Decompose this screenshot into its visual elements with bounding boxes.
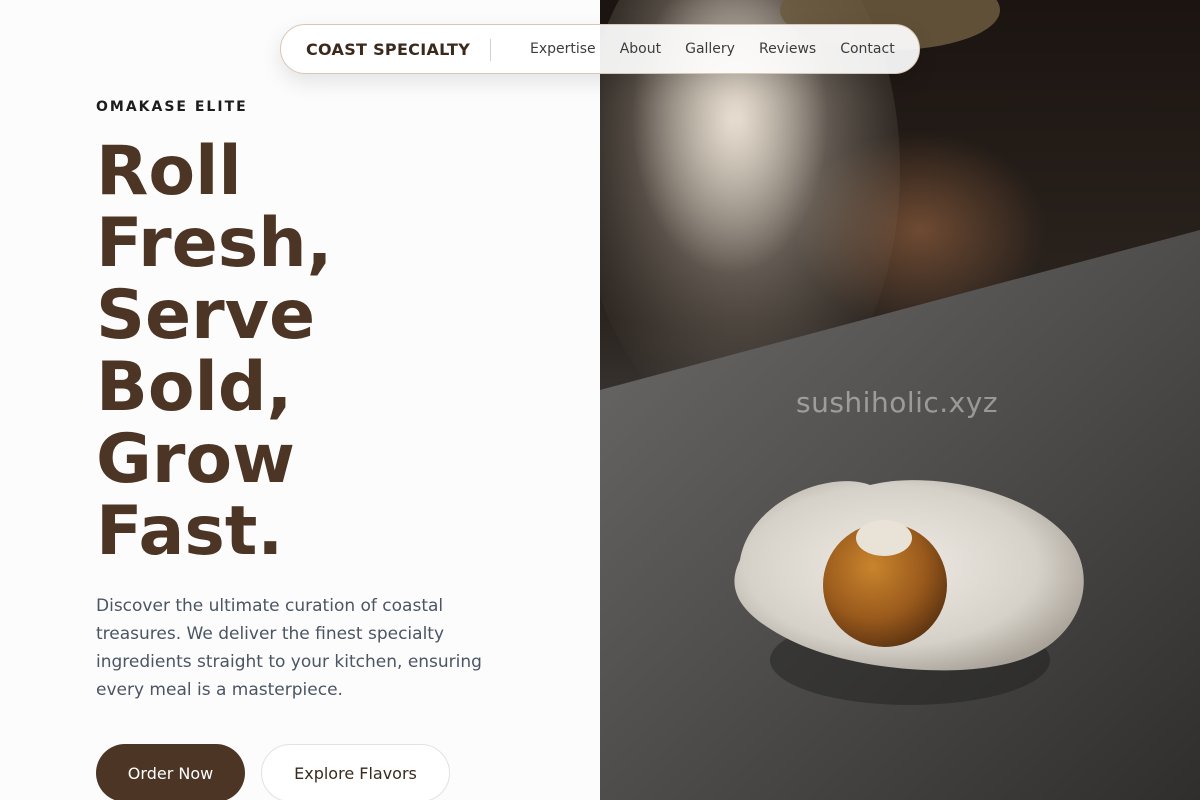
watermark-text: sushiholic.xyz — [796, 386, 999, 419]
headline-line: Fresh, — [96, 204, 333, 283]
nav-link-reviews[interactable]: Reviews — [759, 41, 816, 57]
food-garnish — [856, 520, 912, 556]
headline-line: Serve — [96, 276, 316, 355]
headline-line: Bold, — [96, 348, 293, 427]
top-navbar: COAST SPECIALTY Expertise About Gallery … — [280, 24, 920, 74]
nav-link-expertise[interactable]: Expertise — [530, 41, 596, 57]
headline-line: Roll — [96, 132, 242, 211]
nav-link-gallery[interactable]: Gallery — [685, 41, 735, 57]
hero-eyebrow: OMAKASE ELITE — [96, 99, 248, 115]
nav-link-contact[interactable]: Contact — [840, 41, 894, 57]
nav-divider — [490, 39, 491, 61]
brand-logo[interactable]: COAST SPECIALTY — [306, 25, 470, 73]
order-now-button[interactable]: Order Now — [96, 744, 245, 800]
hero-description: Discover the ultimate curation of coasta… — [96, 596, 482, 700]
nav-links: Expertise About Gallery Reviews Contact — [530, 25, 895, 73]
headline-line: Grow — [96, 420, 295, 499]
headline-line: Fast. — [96, 492, 284, 571]
hero-headline: Roll Fresh, Serve Bold, Grow Fast. — [96, 136, 332, 568]
explore-flavors-button[interactable]: Explore Flavors — [261, 744, 450, 800]
nav-link-about[interactable]: About — [620, 41, 661, 57]
hero-content: OMAKASE ELITE Roll Fresh, Serve Bold, Gr… — [0, 0, 600, 800]
